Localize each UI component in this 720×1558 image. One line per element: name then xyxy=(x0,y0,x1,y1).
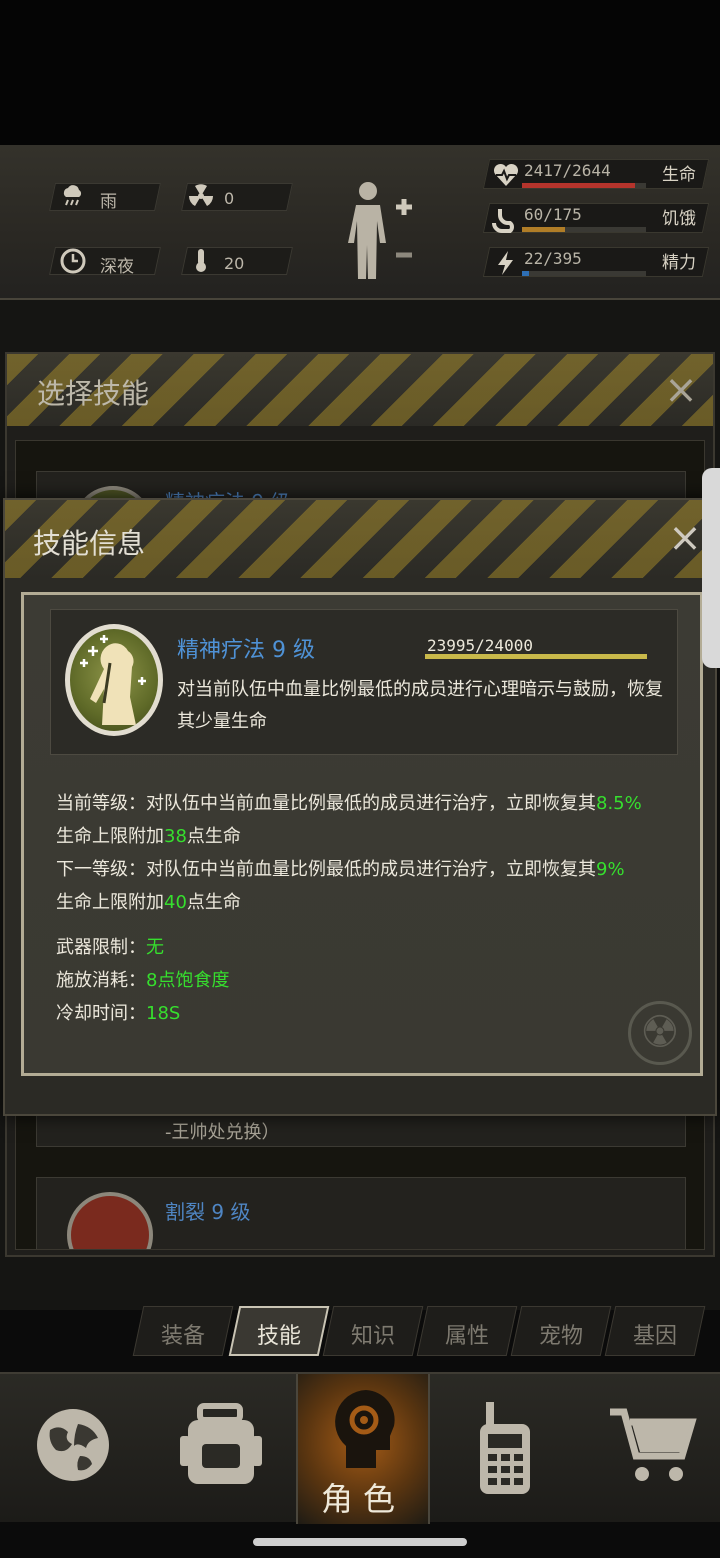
shopping-cart-icon xyxy=(608,1406,698,1486)
skill-detail-box: 精神疗法 9 级 23995/24000 对当前队伍中血量比例最低的成员进行心理… xyxy=(21,592,703,1076)
skill-description: 对当前队伍中血量比例最低的成员进行心理暗示与鼓励，恢复其少量生命 xyxy=(177,679,663,732)
weather-label: 雨 xyxy=(100,192,117,212)
globe-icon xyxy=(32,1404,114,1486)
current-level-text: 当前等级：对队伍中当前血量比例最低的成员进行治疗，立即恢复其8.5% 生命上限附… xyxy=(56,787,686,853)
radiation-value: 0 xyxy=(224,189,235,208)
bottom-nav: 角色 xyxy=(0,1372,720,1524)
hunger-value: 60/175 xyxy=(524,205,582,224)
cost-label: 施放消耗： xyxy=(56,970,146,991)
temperature-value: 20 xyxy=(224,254,245,273)
body-figure-icon[interactable] xyxy=(346,177,418,287)
top-blank-area xyxy=(0,0,720,145)
tab-skills-label: 技能 xyxy=(256,1324,301,1349)
skill-thumb-icon xyxy=(67,1192,153,1249)
rain-cloud-icon xyxy=(60,183,86,209)
cooldown-label: 冷却时间： xyxy=(56,1003,146,1024)
hunger-stat: 60/175 饥饿 xyxy=(482,197,710,237)
health-stat: 2417/2644 生命 xyxy=(482,153,710,193)
heart-icon xyxy=(492,161,520,189)
next-level-heal-percent: 9% xyxy=(596,859,625,880)
hunger-bar xyxy=(522,227,565,232)
radiation-watermark-icon: ☢ xyxy=(628,1001,692,1065)
skill-exp-track xyxy=(425,654,647,659)
nav-radio-button[interactable] xyxy=(430,1374,578,1524)
clock-icon xyxy=(60,248,86,274)
energy-stat: 22/395 精力 xyxy=(482,241,710,281)
current-level-prefix: 当前等级：对队伍中当前血量比例最低的成员进行治疗，立即恢复其 xyxy=(56,793,596,814)
nav-role-button[interactable]: 角色 xyxy=(296,1374,430,1524)
tab-equipment-label: 装备 xyxy=(160,1324,205,1349)
character-tabs: 装备 技能 知识 属性 宠物 基因 xyxy=(130,1306,710,1356)
nav-bag-button[interactable] xyxy=(148,1374,296,1524)
weapon-limit-value: 无 xyxy=(146,937,164,958)
weapon-limit-label: 武器限制： xyxy=(56,937,146,958)
skill-exp-bar xyxy=(425,654,647,659)
skill-info-title: 技能信息 xyxy=(33,527,146,560)
cost-value: 8点饱食度 xyxy=(146,970,230,991)
list-item[interactable]: 割裂 9 级 xyxy=(36,1177,686,1249)
cost-row: 施放消耗：8点饱食度 xyxy=(56,964,686,997)
time-label: 深夜 xyxy=(100,257,134,277)
health-value: 2417/2644 xyxy=(524,161,611,180)
current-level-suffix: 点生命 xyxy=(186,826,241,847)
backpack-icon xyxy=(178,1400,264,1490)
status-bar: 雨 0 深夜 20 2417/2644 生命 60/175 饥饿 22/395 … xyxy=(0,145,720,300)
head-gear-icon xyxy=(326,1386,404,1472)
hunger-name: 饥饿 xyxy=(662,209,696,229)
skill-name: 精神疗法 9 级 xyxy=(177,638,315,663)
next-level-prefix: 下一等级：对队伍中当前血量比例最低的成员进行治疗，立即恢复其 xyxy=(56,859,596,880)
close-icon[interactable]: × xyxy=(665,518,705,558)
home-indicator[interactable] xyxy=(253,1538,467,1546)
skill-header-card: 精神疗法 9 级 23995/24000 对当前队伍中血量比例最低的成员进行心理… xyxy=(50,609,678,755)
side-scroll-handle[interactable] xyxy=(702,468,720,668)
nav-role-label: 角色 xyxy=(320,1480,405,1518)
health-bar xyxy=(522,183,636,188)
thermometer-icon xyxy=(188,247,214,273)
tab-genes-label: 基因 xyxy=(632,1324,677,1349)
energy-icon xyxy=(492,249,520,277)
tab-knowledge-label: 知识 xyxy=(350,1324,395,1349)
tab-pets-label: 宠物 xyxy=(538,1324,583,1349)
next-level-middle: 生命上限附加 xyxy=(56,892,164,913)
stomach-icon xyxy=(492,205,520,233)
nav-map-button[interactable] xyxy=(0,1374,148,1524)
next-level-text: 下一等级：对队伍中当前血量比例最低的成员进行治疗，立即恢复其9% 生命上限附加4… xyxy=(56,853,686,919)
list-item-name: 割裂 9 级 xyxy=(165,1200,251,1224)
energy-bar xyxy=(522,271,529,276)
current-level-middle: 生命上限附加 xyxy=(56,826,164,847)
next-level-bonus: 40 xyxy=(164,892,187,913)
next-level-suffix: 点生命 xyxy=(186,892,241,913)
close-icon[interactable]: × xyxy=(661,370,701,410)
health-name: 生命 xyxy=(662,165,696,185)
skill-info-header: 技能信息 × xyxy=(5,500,715,578)
current-level-bonus: 38 xyxy=(164,826,187,847)
current-level-heal-percent: 8.5% xyxy=(596,793,642,814)
energy-value: 22/395 xyxy=(524,249,582,268)
radiation-icon xyxy=(188,183,214,209)
select-skill-title: 选择技能 xyxy=(37,377,150,410)
skill-info-panel: 技能信息 × 精神疗法 9 级 23995/24000 对当前队伍中血量比例最低… xyxy=(3,498,717,1116)
walkie-talkie-icon xyxy=(474,1400,536,1496)
skill-exp-text: 23995/24000 xyxy=(427,636,533,655)
energy-name: 精力 xyxy=(662,253,696,273)
cooldown-value: 18S xyxy=(146,1003,181,1024)
healing-figure-icon xyxy=(65,624,163,736)
nav-shop-button[interactable] xyxy=(578,1374,720,1524)
cooldown-row: 冷却时间：18S xyxy=(56,997,686,1030)
tab-attributes-label: 属性 xyxy=(444,1324,489,1349)
select-skill-header: 选择技能 × xyxy=(7,354,713,426)
list-item-extra: -王帅处兑换） xyxy=(165,1122,280,1143)
weapon-limit-row: 武器限制：无 xyxy=(56,931,686,964)
